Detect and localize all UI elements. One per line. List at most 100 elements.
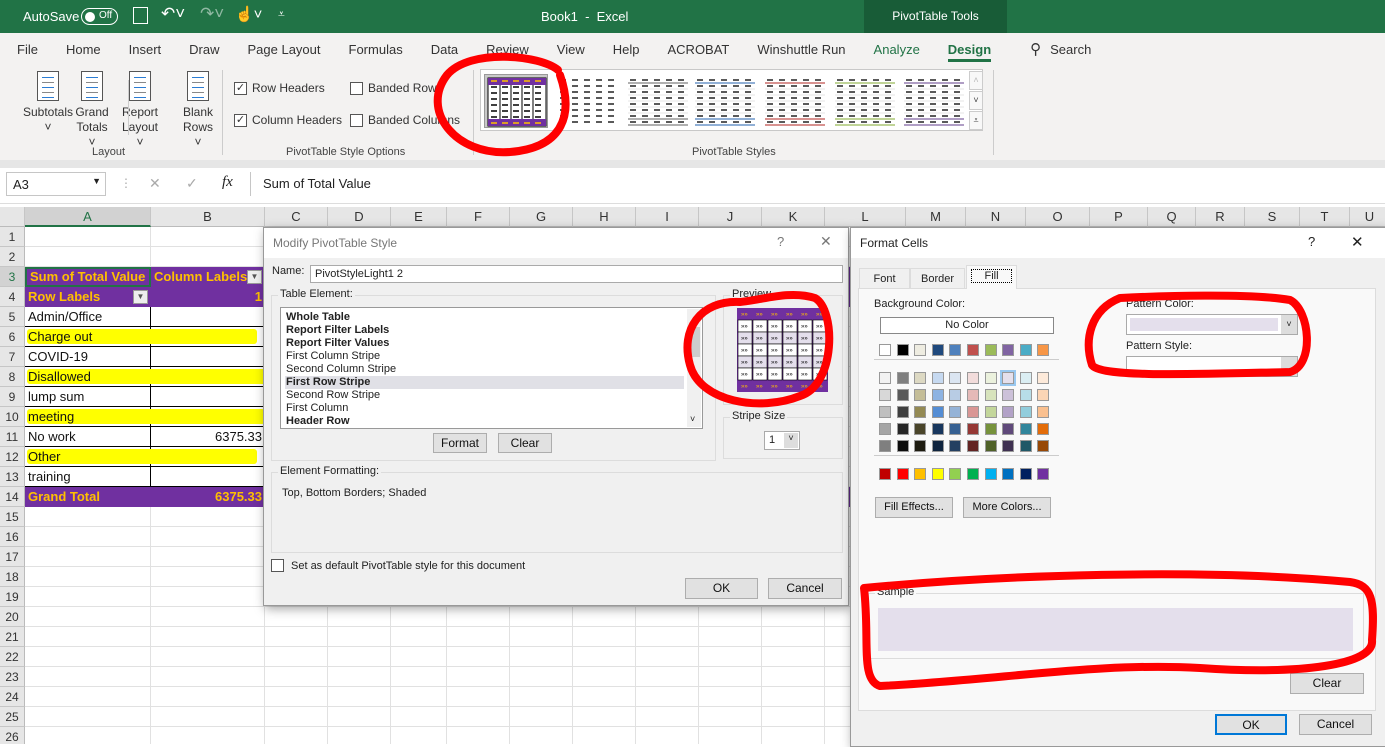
color-swatch[interactable]: [1002, 423, 1015, 435]
color-swatch[interactable]: [931, 344, 944, 356]
cell-A11[interactable]: No work: [25, 427, 151, 447]
tab-help[interactable]: Help: [613, 42, 640, 57]
color-swatch[interactable]: [896, 389, 909, 401]
color-swatch[interactable]: [931, 423, 944, 435]
color-swatch[interactable]: [931, 406, 944, 418]
checkbox-box[interactable]: [350, 113, 363, 127]
table-element-item[interactable]: Header Row: [285, 415, 684, 428]
pattern-style-select[interactable]: [1126, 356, 1298, 377]
color-swatch[interactable]: [984, 468, 997, 480]
row-header-6[interactable]: 6: [0, 327, 25, 347]
column-header-J[interactable]: J: [699, 207, 762, 227]
color-swatch[interactable]: [1037, 468, 1050, 480]
insert-function-icon[interactable]: fx: [222, 174, 233, 191]
color-swatch[interactable]: [949, 440, 962, 452]
gallery-more-button[interactable]: ⩡: [969, 111, 983, 130]
color-swatch[interactable]: [1019, 468, 1032, 480]
color-swatch[interactable]: [1019, 344, 1032, 356]
color-swatch[interactable]: [1019, 423, 1032, 435]
table-element-item[interactable]: Second Row Stripe: [285, 389, 684, 402]
color-swatch[interactable]: [967, 344, 979, 356]
cell-A14[interactable]: Grand Total: [25, 487, 151, 507]
color-swatch[interactable]: [931, 468, 944, 480]
list-scrollbar[interactable]: ˅: [687, 309, 701, 427]
column-header-F[interactable]: F: [447, 207, 510, 227]
table-element-item[interactable]: First Row Stripe: [285, 376, 684, 389]
color-swatch[interactable]: [879, 389, 891, 401]
style-thumbnail[interactable]: [902, 74, 966, 128]
cell-B14[interactable]: 6375.33: [151, 487, 265, 507]
row-header-2[interactable]: 2: [0, 247, 25, 267]
color-swatch[interactable]: [1037, 423, 1050, 435]
tab-data[interactable]: Data: [431, 42, 458, 57]
color-swatch[interactable]: [1019, 406, 1032, 418]
clear-button[interactable]: Clear: [1290, 673, 1364, 694]
row-header-16[interactable]: 16: [0, 527, 25, 547]
row-header-13[interactable]: 13: [0, 467, 25, 487]
color-swatch[interactable]: [879, 440, 891, 452]
style-thumbnail-custom-selected[interactable]: [484, 74, 548, 128]
column-header-E[interactable]: E: [391, 207, 447, 227]
row-header-9[interactable]: 9: [0, 387, 25, 407]
formula-input[interactable]: Sum of Total Value: [250, 172, 1385, 196]
tab-fill[interactable]: Fill: [966, 265, 1017, 289]
layout-button-blank[interactable]: Blank Rows ˅: [178, 71, 218, 150]
color-swatch[interactable]: [896, 344, 909, 356]
save-icon[interactable]: [133, 7, 148, 24]
name-box[interactable]: A3 ▼: [6, 172, 106, 196]
cell-A9[interactable]: lump sum: [25, 387, 151, 407]
color-swatch[interactable]: [949, 344, 962, 356]
tab-analyze[interactable]: Analyze: [874, 42, 920, 57]
checkbox-banded-columns[interactable]: Banded Columns: [350, 113, 460, 127]
row-header-22[interactable]: 22: [0, 647, 25, 667]
color-swatch[interactable]: [1002, 440, 1015, 452]
cell-B8[interactable]: [151, 367, 265, 387]
color-swatch[interactable]: [1002, 468, 1015, 480]
color-swatch[interactable]: [984, 372, 997, 384]
row-labels-filter-button[interactable]: ▼: [133, 290, 148, 304]
style-thumbnail[interactable]: [556, 74, 620, 128]
gallery-scroll-up[interactable]: ˄: [969, 71, 983, 90]
color-swatch[interactable]: [914, 440, 927, 452]
color-swatch[interactable]: [967, 423, 979, 435]
color-swatch[interactable]: [879, 344, 891, 356]
tab-review[interactable]: Review: [486, 42, 529, 57]
select-all-corner[interactable]: [0, 207, 25, 227]
table-element-item[interactable]: First Column Stripe: [285, 350, 684, 363]
color-swatch[interactable]: [896, 406, 909, 418]
checkbox-row-headers[interactable]: ✓ Row Headers: [234, 81, 325, 95]
color-swatch[interactable]: [984, 344, 997, 356]
column-header-I[interactable]: I: [636, 207, 699, 227]
cell-B13[interactable]: [151, 467, 265, 487]
table-element-item[interactable]: First Column: [285, 402, 684, 415]
redo-icon[interactable]: ↷˅: [200, 4, 224, 24]
color-swatch[interactable]: [896, 372, 909, 384]
column-header-T[interactable]: T: [1300, 207, 1350, 227]
touch-mode-icon[interactable]: ☝˅: [235, 5, 262, 23]
table-element-item[interactable]: Whole Table: [285, 311, 684, 324]
tab-formulas[interactable]: Formulas: [349, 42, 403, 57]
row-header-5[interactable]: 5: [0, 307, 25, 327]
color-swatch[interactable]: [949, 468, 962, 480]
format-button[interactable]: Format: [433, 433, 487, 453]
color-swatch[interactable]: [984, 440, 997, 452]
row-header-18[interactable]: 18: [0, 567, 25, 587]
row-header-8[interactable]: 8: [0, 367, 25, 387]
color-swatch[interactable]: [1002, 344, 1015, 356]
column-header-M[interactable]: M: [906, 207, 966, 227]
color-swatch[interactable]: [914, 372, 927, 384]
color-swatch[interactable]: [1019, 372, 1032, 384]
cell-A13[interactable]: training: [25, 467, 151, 487]
row-header-26[interactable]: 26: [0, 727, 25, 744]
cell-B6[interactable]: [151, 327, 265, 347]
cell-A5[interactable]: Admin/Office: [25, 307, 151, 327]
column-header-L[interactable]: L: [825, 207, 906, 227]
search-icon[interactable]: ⚲: [1030, 40, 1041, 58]
tab-home[interactable]: Home: [66, 42, 101, 57]
checkbox-box[interactable]: ✓: [234, 113, 247, 127]
table-element-item[interactable]: Second Column Stripe: [285, 363, 684, 376]
autosave-toggle[interactable]: Off: [81, 8, 118, 25]
color-swatch[interactable]: [879, 468, 891, 480]
cell-A10[interactable]: meeting: [25, 407, 151, 427]
color-swatch[interactable]: [914, 406, 927, 418]
